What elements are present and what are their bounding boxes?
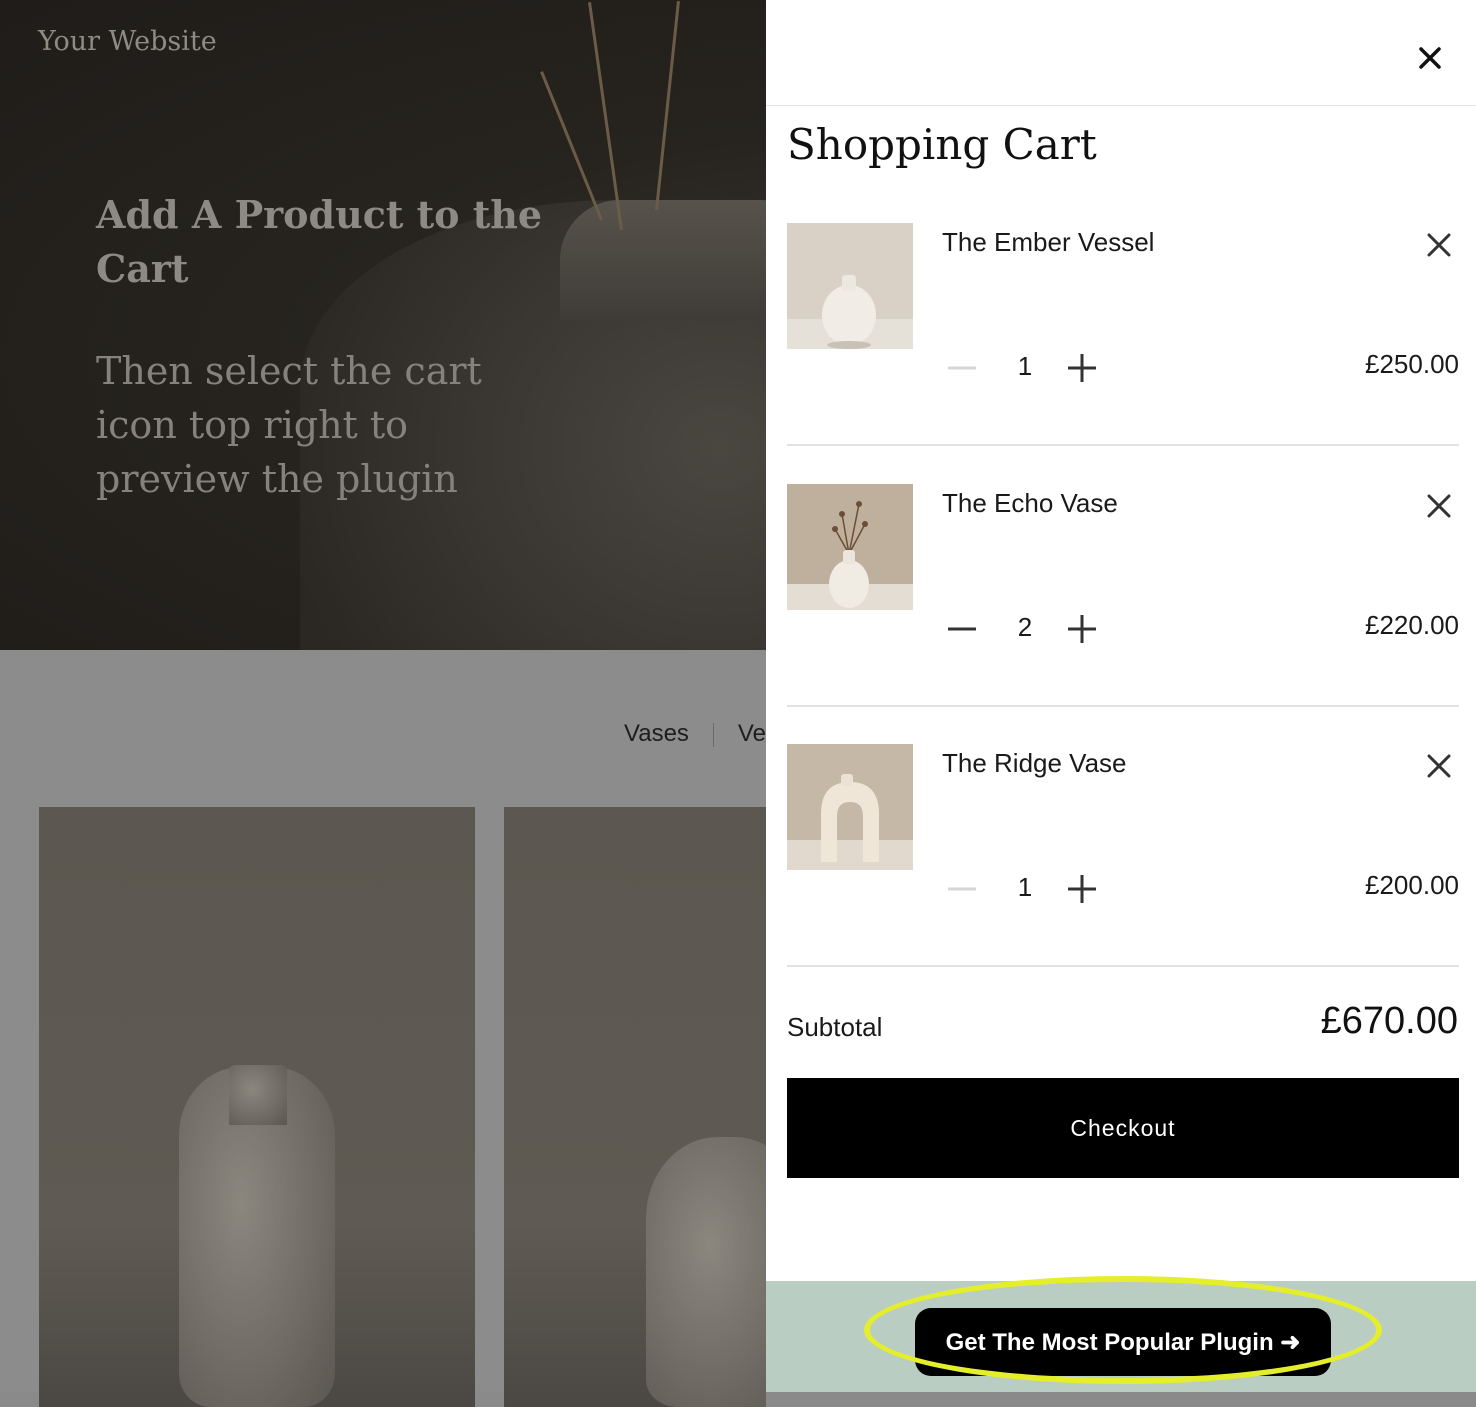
hero-subheading: Then select the cart icon top right to p… <box>96 349 482 501</box>
quantity-value: 1 <box>1017 872 1033 902</box>
quantity-stepper: 1 <box>942 868 1162 908</box>
quantity-stepper: 2 <box>942 608 1162 648</box>
subtotal-value: £670.00 <box>1320 1000 1458 1042</box>
cart-title: Shopping Cart <box>787 120 1097 169</box>
cart-drawer: Shopping Cart The Ember Vessel 1 £250.00… <box>766 0 1476 1392</box>
site-title[interactable]: Your Website <box>38 26 217 57</box>
remove-item-icon[interactable] <box>1423 750 1455 782</box>
promo-banner: Get The Most Popular Plugin ➜ <box>766 1276 1476 1392</box>
get-plugin-button[interactable]: Get The Most Popular Plugin ➜ <box>915 1308 1331 1376</box>
product-vase-image <box>646 1137 766 1407</box>
product-vase-neck <box>229 1065 287 1125</box>
item-name[interactable]: The Echo Vase <box>942 488 1118 519</box>
product-card[interactable] <box>504 807 766 1407</box>
filter-second[interactable]: Ve <box>738 720 766 747</box>
item-divider <box>787 705 1459 707</box>
increase-qty-button[interactable] <box>1062 868 1102 908</box>
filter-vases[interactable]: Vases <box>624 720 689 747</box>
increase-qty-button[interactable] <box>1062 608 1102 648</box>
item-divider <box>787 444 1459 446</box>
decrease-qty-button[interactable] <box>942 608 982 648</box>
close-icon[interactable] <box>1412 40 1448 76</box>
quantity-value: 1 <box>1017 351 1033 381</box>
increase-qty-button[interactable] <box>1062 347 1102 387</box>
item-name[interactable]: The Ridge Vase <box>942 748 1127 779</box>
item-price: £200.00 <box>1365 870 1459 900</box>
decrease-qty-button[interactable] <box>942 347 982 387</box>
subtotal-label: Subtotal <box>787 1012 883 1042</box>
item-price: £220.00 <box>1365 610 1459 640</box>
drawer-header <box>766 0 1476 106</box>
product-card[interactable] <box>39 807 475 1407</box>
decrease-qty-button[interactable] <box>942 868 982 908</box>
quantity-stepper: 1 <box>942 347 1162 387</box>
hero-heading: Add A Product to the Cart <box>96 192 543 291</box>
quantity-value: 2 <box>1017 612 1033 642</box>
dried-stem <box>655 0 680 211</box>
remove-item-icon[interactable] <box>1423 229 1455 261</box>
product-thumbnail[interactable] <box>787 223 913 349</box>
product-thumbnail[interactable] <box>787 744 913 870</box>
remove-item-icon[interactable] <box>1423 490 1455 522</box>
product-thumbnail[interactable] <box>787 484 913 610</box>
item-divider <box>787 965 1459 967</box>
category-filter: Vases Ve <box>624 720 766 748</box>
checkout-button[interactable]: Checkout <box>787 1078 1459 1178</box>
item-price: £250.00 <box>1365 349 1459 379</box>
filter-divider <box>712 722 714 747</box>
item-name[interactable]: The Ember Vessel <box>942 227 1154 258</box>
